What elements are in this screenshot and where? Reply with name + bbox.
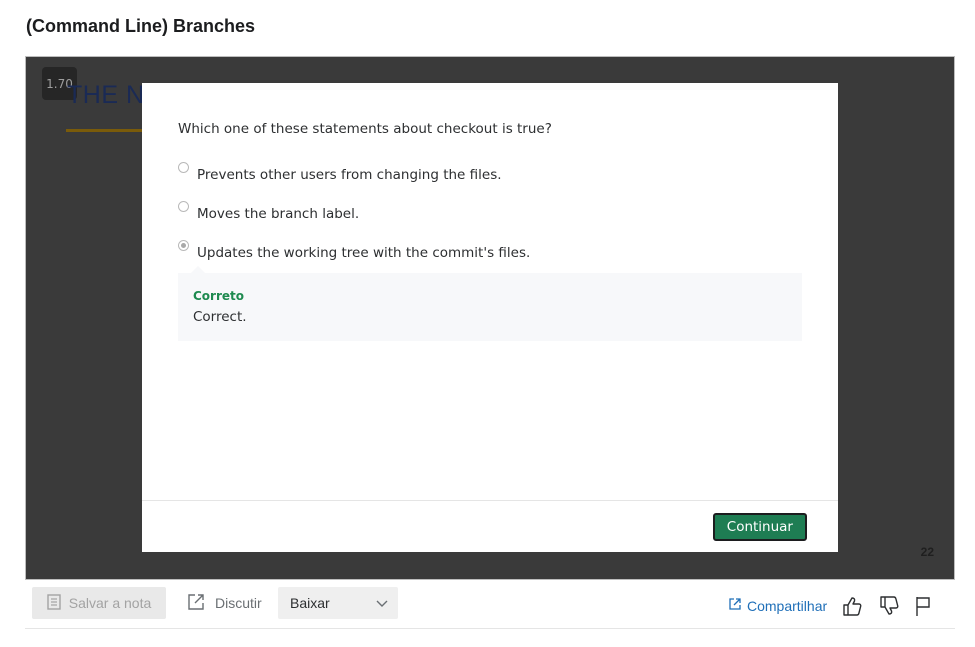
discuss-label: Discutir	[215, 595, 262, 611]
quiz-option-2[interactable]: Moves the branch label.	[178, 201, 360, 222]
quiz-question: Which one of these statements about chec…	[178, 121, 552, 137]
discuss-button[interactable]: Discutir	[181, 587, 268, 619]
save-note-button[interactable]: Salvar a nota	[32, 587, 166, 619]
save-note-label: Salvar a nota	[68, 595, 152, 611]
share-link[interactable]: Compartilhar	[728, 597, 827, 614]
note-icon	[47, 593, 61, 613]
continue-button[interactable]: Continuar	[712, 513, 807, 541]
quiz-modal: Which one of these statements about chec…	[142, 83, 838, 552]
feedback-pointer	[190, 266, 206, 274]
thumbs-down-icon[interactable]	[877, 594, 901, 618]
thumbs-up-icon[interactable]	[840, 594, 864, 618]
radio-button[interactable]	[178, 162, 189, 173]
feedback-text: Correct.	[193, 309, 247, 325]
slide-number: 22	[920, 545, 934, 559]
chevron-down-icon	[376, 595, 388, 611]
modal-footer: Continuar	[142, 500, 838, 552]
video-player[interactable]: 1.70 THE N 22 Which one of these stateme…	[25, 56, 955, 580]
quiz-option-label: Moves the branch label.	[197, 206, 360, 222]
quiz-option-label: Updates the working tree with the commit…	[197, 245, 531, 261]
external-discuss-icon	[187, 593, 205, 614]
quiz-option-3[interactable]: Updates the working tree with the commit…	[178, 240, 531, 261]
radio-button[interactable]	[178, 201, 189, 212]
lecture-toolbar: Salvar a nota Discutir Baixar Compartilh…	[25, 580, 955, 629]
share-icon	[728, 597, 742, 614]
slide-heading: THE N	[67, 81, 145, 109]
quiz-option-label: Prevents other users from changing the f…	[197, 167, 502, 183]
answer-feedback: Correto Correct.	[178, 266, 802, 341]
radio-button-selected[interactable]	[178, 240, 189, 251]
download-label: Baixar	[290, 595, 330, 611]
download-select[interactable]: Baixar	[278, 587, 398, 619]
flag-icon[interactable]	[911, 594, 935, 618]
share-label: Compartilhar	[747, 597, 828, 614]
quiz-option-1[interactable]: Prevents other users from changing the f…	[178, 162, 502, 183]
feedback-title: Correto	[193, 289, 245, 303]
page-title: (Command Line) Branches	[26, 16, 256, 36]
